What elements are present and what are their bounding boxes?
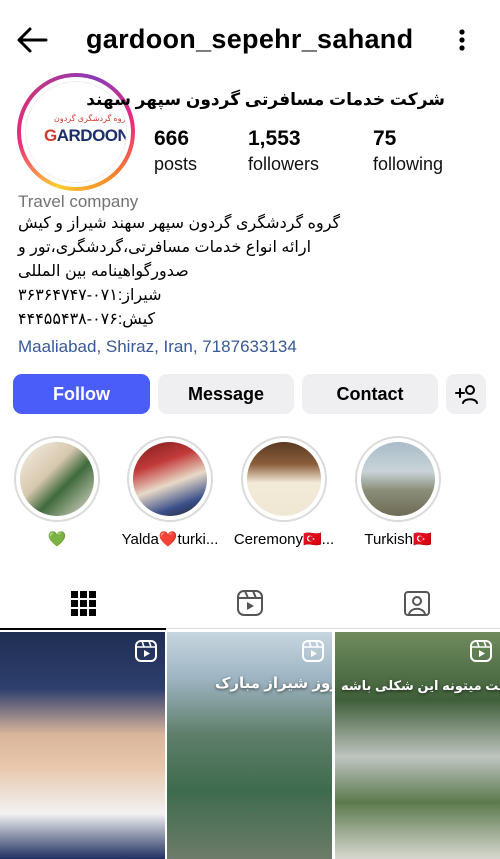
add-person-icon [455, 385, 478, 404]
logo-english-text: GARDOON [44, 126, 127, 145]
logo-persian-text: گروه گردشگری گردون [54, 114, 127, 123]
story-highlight[interactable]: Yalda❤️turki... [122, 436, 218, 548]
business-name: شرکت خدمات مسافرتی گردون سپهر سهند [86, 90, 445, 109]
story-highlight[interactable]: 💚 [12, 436, 102, 548]
highlight-cover [20, 442, 94, 516]
bio-line: ارائه انواع خدمات مسافرتی،گردشگری،تور و [18, 239, 312, 256]
followers-count: 1,553 [248, 127, 301, 150]
reel-badge-icon [135, 640, 157, 662]
highlight-cover [133, 442, 207, 516]
post-tile[interactable] [0, 632, 165, 859]
more-options-icon[interactable] [448, 24, 476, 56]
following-count: 75 [373, 127, 397, 150]
stat-posts[interactable]: 666 posts [154, 127, 197, 175]
post-overlay-text: بهشت میتونه این شکلی باشه [341, 678, 500, 693]
stat-following[interactable]: 75 following [373, 127, 443, 175]
grid-icon [71, 591, 96, 616]
message-button[interactable]: Message [158, 374, 294, 414]
following-label: following [373, 154, 444, 174]
posts-label: posts [154, 154, 198, 174]
followers-label: followers [248, 154, 320, 174]
tagged-icon [404, 591, 430, 616]
category-label: Travel company [18, 192, 139, 211]
contact-button[interactable]: Contact [302, 374, 438, 414]
posts-grid: روز شیراز مبارک بهشت میتونه این شکلی باش… [0, 632, 500, 859]
post-tile[interactable]: بهشت میتونه این شکلی باشه [335, 632, 500, 859]
post-tile[interactable]: روز شیراز مبارک [167, 632, 332, 859]
back-arrow-icon[interactable] [14, 24, 50, 56]
bio-line: گروه گردشگری گردون سپهر سهند شیراز و کیش [18, 215, 341, 232]
highlight-label: Turkish🇹🇷 [364, 531, 432, 548]
add-user-button[interactable] [446, 374, 486, 414]
posts-count: 666 [154, 127, 190, 150]
tab-tagged[interactable] [334, 577, 500, 629]
reels-icon [237, 590, 263, 616]
highlight-label: Yalda❤️turki... [121, 531, 219, 548]
story-highlight[interactable]: Turkish🇹🇷 [353, 436, 443, 548]
reel-badge-icon [470, 640, 492, 662]
bio-phone-kish: کیش:۰۷۶-۴۴۴۵۵۴۳۸ [18, 311, 156, 328]
reel-badge-icon [302, 640, 324, 662]
post-overlay-text: روز شیراز مبارک [215, 675, 332, 692]
top-bar: gardoon_sepehr_sahand [0, 0, 500, 80]
profile-username: gardoon_sepehr_sahand [86, 24, 414, 54]
bio-phone-shiraz: شیراز:۰۷۱-۳۶۳۶۴۷۴۷ [18, 287, 162, 304]
bio: Travel company گروه گردشگری گردون سپهر س… [18, 192, 488, 332]
follow-button[interactable]: Follow [13, 374, 150, 414]
highlight-cover [361, 442, 435, 516]
tab-reels[interactable] [167, 577, 333, 629]
highlight-label: Ceremony🇹🇷... [233, 531, 335, 548]
stat-followers[interactable]: 1,553 followers [248, 127, 319, 175]
story-highlight[interactable]: Ceremony🇹🇷... [234, 436, 334, 548]
highlight-label: 💚 [47, 531, 67, 548]
profile-tabs [0, 577, 500, 630]
address-link[interactable]: Maaliabad, Shiraz, Iran, 7187633134 [18, 337, 297, 357]
bio-line: صدورگواهینامه بین المللی [18, 263, 189, 280]
tab-posts-grid[interactable] [0, 577, 166, 630]
highlight-cover [247, 442, 321, 516]
